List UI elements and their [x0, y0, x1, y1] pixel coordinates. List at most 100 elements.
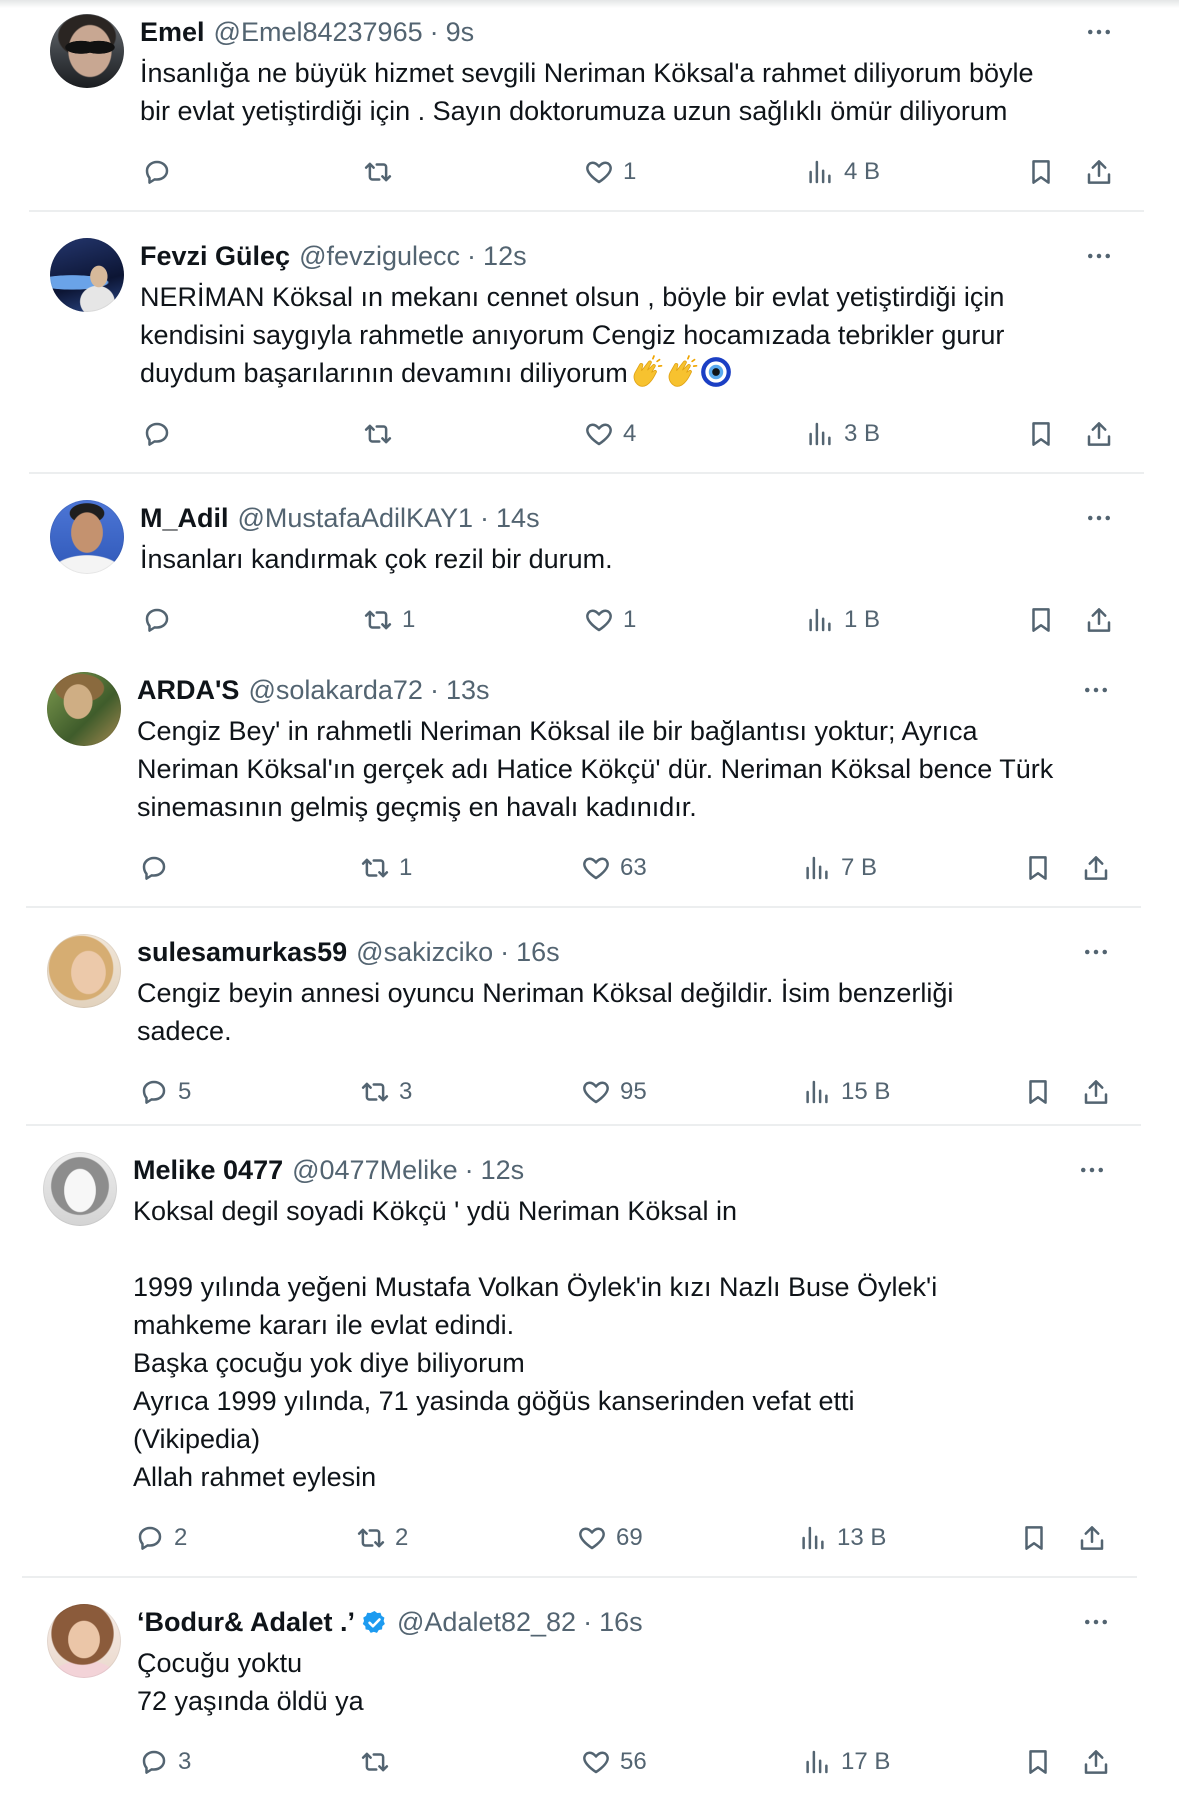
- reply-button[interactable]: [142, 601, 181, 639]
- reply-icon: [135, 1523, 165, 1553]
- more-button[interactable]: [1082, 499, 1116, 537]
- tweet-timestamp[interactable]: 14s: [496, 499, 540, 537]
- reply-button[interactable]: 2: [135, 1519, 187, 1557]
- retweet-button[interactable]: [363, 415, 402, 453]
- tweet-timestamp[interactable]: 16s: [599, 1603, 643, 1641]
- author-name[interactable]: Emel: [140, 13, 205, 51]
- avatar[interactable]: [50, 14, 124, 88]
- heart-icon: [584, 419, 614, 449]
- more-button[interactable]: [1075, 1151, 1109, 1189]
- author-name[interactable]: Melike 0477: [133, 1151, 283, 1189]
- tweet[interactable]: sulesamurkas59 @sakizciko · 16s Cengiz b…: [0, 908, 1176, 1126]
- like-button[interactable]: 1: [584, 601, 636, 639]
- tweet-text: NERİMAN Köksal ın mekanı cennet olsun , …: [140, 278, 1179, 392]
- bookmark-button[interactable]: [1026, 601, 1056, 639]
- like-button[interactable]: 63: [581, 849, 647, 887]
- like-button[interactable]: 1: [584, 153, 636, 191]
- bookmark-button[interactable]: [1026, 415, 1056, 453]
- reply-icon: [139, 1747, 169, 1777]
- verified-badge-icon[interactable]: [361, 1609, 388, 1636]
- views-icon: [802, 853, 832, 883]
- share-button[interactable]: [1077, 1519, 1107, 1557]
- author-handle[interactable]: @sakizciko: [356, 933, 493, 971]
- tweet[interactable]: Emel @Emel84237965 · 9s İnsanlığa ne büy…: [0, 0, 1179, 212]
- views-button[interactable]: 3 B: [805, 415, 880, 453]
- avatar[interactable]: [47, 672, 121, 746]
- share-button[interactable]: [1084, 601, 1114, 639]
- like-count: 63: [620, 854, 647, 881]
- reply-count: 3: [178, 1748, 192, 1775]
- tweet-timestamp[interactable]: 16s: [516, 933, 560, 971]
- views-button[interactable]: 17 B: [802, 1743, 890, 1781]
- avatar[interactable]: [50, 238, 124, 312]
- views-button[interactable]: 1 B: [805, 601, 880, 639]
- views-button[interactable]: 15 B: [802, 1073, 890, 1111]
- tweet-timestamp[interactable]: 13s: [446, 671, 490, 709]
- retweet-button[interactable]: 1: [363, 601, 415, 639]
- tweet-timestamp[interactable]: 12s: [481, 1151, 525, 1189]
- avatar[interactable]: [43, 1152, 117, 1226]
- views-button[interactable]: 13 B: [798, 1519, 886, 1557]
- more-button[interactable]: [1082, 13, 1116, 51]
- author-handle[interactable]: @0477Melike: [292, 1151, 458, 1189]
- bookmark-button[interactable]: [1026, 153, 1056, 191]
- reply-button[interactable]: [142, 153, 181, 191]
- like-button[interactable]: 69: [577, 1519, 643, 1557]
- author-name[interactable]: Fevzi Güleç: [140, 237, 290, 275]
- bookmark-button[interactable]: [1023, 849, 1053, 887]
- retweet-button[interactable]: [360, 1743, 399, 1781]
- views-button[interactable]: 7 B: [802, 849, 877, 887]
- bookmark-button[interactable]: [1023, 1743, 1053, 1781]
- share-button[interactable]: [1081, 849, 1111, 887]
- tweet-text-content: (Vikipedia): [133, 1424, 261, 1454]
- tweet[interactable]: Fevzi Güleç @fevzigulecc · 12s NERİMAN K…: [0, 212, 1179, 474]
- like-button[interactable]: 56: [581, 1743, 647, 1781]
- avatar[interactable]: [47, 934, 121, 1008]
- share-button[interactable]: [1084, 153, 1114, 191]
- author-handle[interactable]: @solakarda72: [248, 671, 423, 709]
- reply-button[interactable]: [139, 849, 178, 887]
- avatar[interactable]: [47, 1604, 121, 1678]
- like-button[interactable]: 95: [581, 1073, 647, 1111]
- more-button[interactable]: [1079, 933, 1113, 971]
- like-button[interactable]: 4: [584, 415, 636, 453]
- author-handle[interactable]: @Emel84237965: [214, 13, 423, 51]
- reply-button[interactable]: 3: [139, 1743, 191, 1781]
- avatar[interactable]: [50, 500, 124, 574]
- more-button[interactable]: [1079, 671, 1113, 709]
- views-button[interactable]: 4 B: [805, 153, 880, 191]
- author-handle[interactable]: @fevzigulecc: [299, 237, 460, 275]
- reply-button[interactable]: 5: [139, 1073, 191, 1111]
- retweet-button[interactable]: 1: [360, 849, 412, 887]
- tweet-text-line: 72 yaşında öldü ya: [137, 1682, 1176, 1720]
- bookmark-icon: [1026, 419, 1056, 449]
- retweet-button[interactable]: 3: [360, 1073, 412, 1111]
- reply-button[interactable]: [142, 415, 181, 453]
- author-name[interactable]: sulesamurkas59: [137, 933, 347, 971]
- tweet-text: İnsanları kandırmak çok rezil bir durum.: [140, 540, 1179, 578]
- author-handle[interactable]: @MustafaAdilKAY1: [238, 499, 474, 537]
- share-button[interactable]: [1084, 415, 1114, 453]
- share-button[interactable]: [1081, 1743, 1111, 1781]
- author-handle[interactable]: @Adalet82_82: [397, 1603, 576, 1641]
- bookmark-button[interactable]: [1019, 1519, 1049, 1557]
- tweet-text-content: Çocuğu yoktu: [137, 1648, 303, 1678]
- tweet[interactable]: M_Adil @MustafaAdilKAY1 · 14s İnsanları …: [0, 474, 1179, 646]
- author-name[interactable]: ARDA'S: [137, 671, 239, 709]
- tweet-timestamp[interactable]: 12s: [483, 237, 527, 275]
- author-name[interactable]: M_Adil: [140, 499, 229, 537]
- share-button[interactable]: [1081, 1073, 1111, 1111]
- bookmark-button[interactable]: [1023, 1073, 1053, 1111]
- bookmark-icon: [1019, 1523, 1049, 1553]
- author-name[interactable]: ‘Bodur& Adalet .’: [137, 1603, 355, 1641]
- retweet-button[interactable]: 2: [356, 1519, 408, 1557]
- tweet-timestamp[interactable]: 9s: [446, 13, 475, 51]
- more-button[interactable]: [1079, 1603, 1113, 1641]
- more-button[interactable]: [1082, 237, 1116, 275]
- tweet[interactable]: Melike 0477 @0477Melike · 12s Koksal deg…: [0, 1126, 1172, 1578]
- like-count: 1: [623, 606, 637, 633]
- retweet-button[interactable]: [363, 153, 402, 191]
- tweet[interactable]: ‘Bodur& Adalet .’ @Adalet82_82 · 16s Çoc…: [0, 1578, 1176, 1802]
- tweet[interactable]: ARDA'S @solakarda72 · 13s Cengiz Bey' in…: [0, 646, 1176, 908]
- views-icon: [805, 419, 835, 449]
